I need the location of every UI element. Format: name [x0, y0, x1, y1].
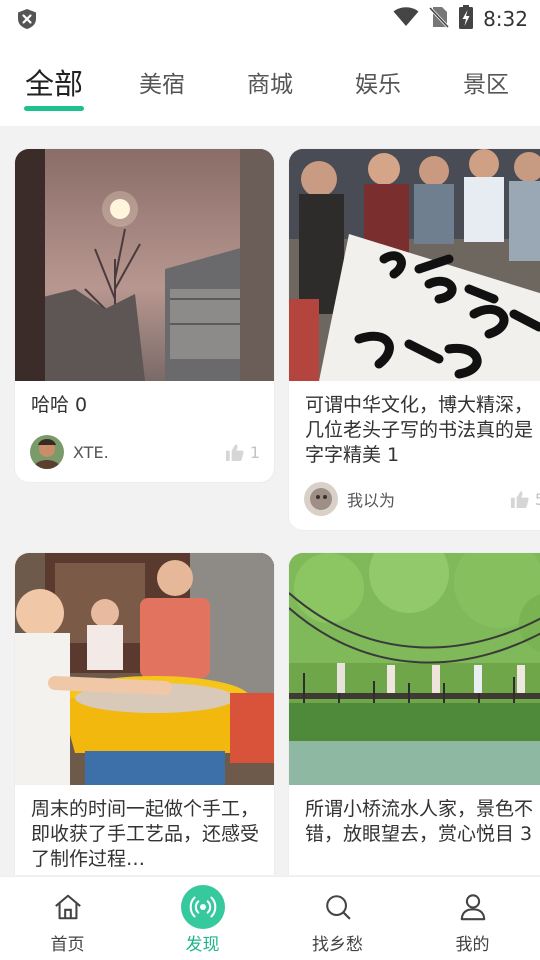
bottom-navigation: 首页 发现 找乡愁 我的: [0, 876, 540, 960]
post-card[interactable]: 哈哈 0 XTE. 1: [15, 149, 274, 482]
home-icon: [46, 885, 90, 929]
nav-home[interactable]: 首页: [0, 877, 135, 960]
nav-profile[interactable]: 我的: [405, 877, 540, 960]
discover-feed[interactable]: 哈哈 0 XTE. 1 可谓中华文化，博大精深，几位老头子写的书法真的是字字精美…: [0, 126, 540, 875]
nav-discover[interactable]: 发现: [135, 877, 270, 960]
avatar[interactable]: [304, 482, 338, 516]
like-button[interactable]: 5: [510, 490, 540, 509]
wifi-icon: [393, 7, 419, 31]
status-bar: 8:32: [0, 0, 540, 38]
author-name[interactable]: 我以为: [347, 487, 510, 511]
shield-icon: [16, 8, 38, 30]
battery-charging-icon: [459, 5, 474, 33]
no-sim-icon: [428, 6, 450, 32]
post-photo-sunset: [15, 149, 274, 381]
post-meta: XTE. 1: [30, 435, 260, 469]
search-icon: [316, 885, 360, 929]
like-count: 1: [249, 442, 260, 462]
nav-find-nostalgia[interactable]: 找乡愁: [270, 877, 405, 960]
tab-scenic[interactable]: 景区: [446, 38, 526, 126]
tab-mall[interactable]: 商城: [230, 38, 310, 126]
thumbs-up-icon: [510, 490, 529, 508]
broadcast-icon: [180, 885, 225, 929]
post-title: 周末的时间一起做个手工，即收获了手工艺品，还感受了制作过程…: [31, 798, 260, 870]
nav-label: 找乡愁: [312, 935, 363, 955]
post-meta: 我以为 5: [304, 482, 540, 516]
like-count: 5: [534, 489, 540, 509]
author-name[interactable]: XTE.: [73, 443, 225, 462]
like-button[interactable]: 1: [225, 443, 260, 462]
avatar[interactable]: [30, 435, 64, 469]
nav-label: 我的: [455, 935, 490, 955]
post-photo-bridge: [289, 553, 540, 785]
post-title: 可谓中华文化，博大精深，几位老头子写的书法真的是字字精美 1: [305, 394, 534, 466]
tab-entertainment[interactable]: 娱乐: [338, 38, 418, 126]
thumbs-up-icon: [225, 443, 244, 461]
nav-label: 首页: [50, 935, 85, 955]
post-card[interactable]: 可谓中华文化，博大精深，几位老头子写的书法真的是字字精美 1 我以为 5: [289, 149, 540, 530]
post-card[interactable]: 周末的时间一起做个手工，即收获了手工艺品，还感受了制作过程…: [15, 553, 274, 875]
tab-all[interactable]: 全部: [14, 38, 94, 126]
clock-time: 8:32: [483, 7, 528, 31]
post-photo-calligraphy: [289, 149, 540, 381]
category-tabs: 全部 美宿 商城 娱乐 景区: [0, 38, 540, 126]
tab-homestay[interactable]: 美宿: [122, 38, 202, 126]
nav-label: 发现: [185, 935, 220, 955]
post-photo-pottery: [15, 553, 274, 785]
post-title: 哈哈 0: [31, 394, 88, 416]
active-tab-indicator: [24, 106, 84, 111]
post-card[interactable]: 所谓小桥流水人家，景色不错，放眼望去，赏心悦目 3: [289, 553, 540, 875]
post-title: 所谓小桥流水人家，景色不错，放眼望去，赏心悦目 3: [305, 798, 534, 845]
user-icon: [451, 885, 495, 929]
